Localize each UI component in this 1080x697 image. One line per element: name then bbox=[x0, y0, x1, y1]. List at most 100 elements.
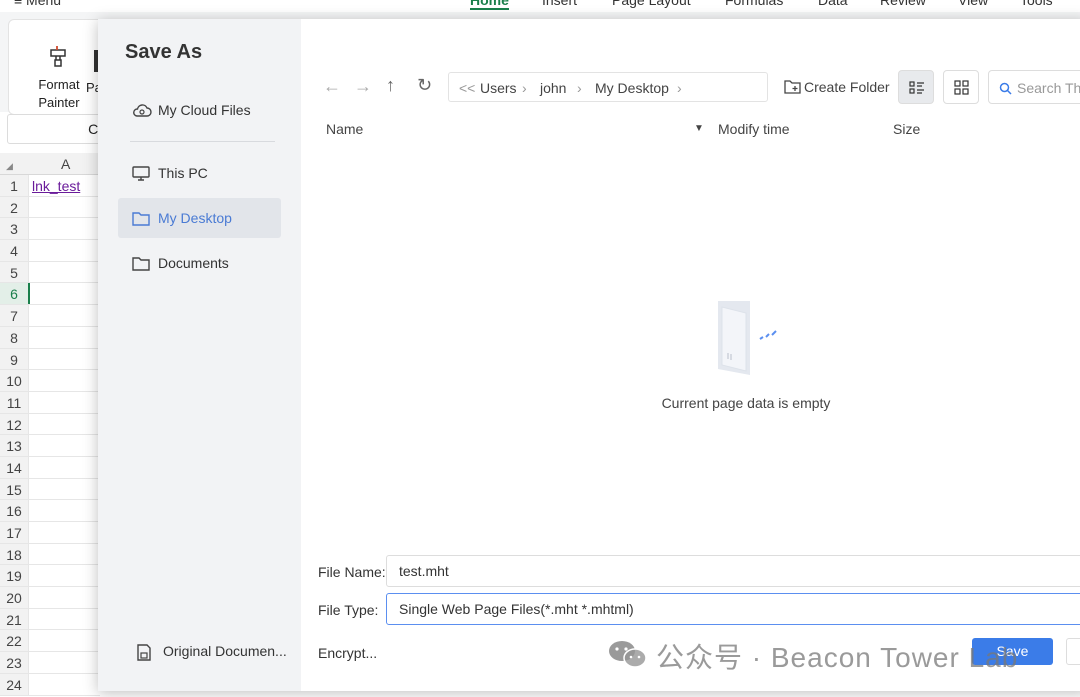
sheet-cell[interactable] bbox=[28, 348, 100, 370]
row-number[interactable]: 23 bbox=[0, 652, 28, 673]
tab-view[interactable]: View bbox=[958, 0, 988, 8]
file-name-label: File Name: bbox=[318, 564, 386, 580]
column-name-header[interactable]: Name bbox=[326, 121, 363, 137]
encrypt-button[interactable]: Encrypt... bbox=[318, 645, 377, 661]
grid-view-icon bbox=[954, 80, 969, 95]
sheet-cell[interactable] bbox=[28, 565, 100, 587]
sheet-cell[interactable] bbox=[28, 673, 100, 695]
sheet-cell[interactable] bbox=[28, 413, 100, 435]
sheet-cell[interactable] bbox=[28, 240, 100, 261]
tab-review[interactable]: Review bbox=[880, 0, 926, 8]
sheet-cell[interactable] bbox=[28, 305, 100, 326]
breadcrumb-item-my-desktop[interactable]: My Desktop bbox=[595, 80, 669, 96]
breadcrumb-item-john[interactable]: john bbox=[540, 80, 566, 96]
refresh-icon[interactable]: ↻ bbox=[417, 75, 432, 96]
table-row: 12 bbox=[0, 413, 100, 436]
cloud-icon bbox=[133, 104, 152, 117]
sheet-cell[interactable] bbox=[28, 478, 100, 500]
sheet-cell[interactable] bbox=[28, 543, 100, 565]
row-number[interactable]: 17 bbox=[0, 522, 28, 543]
sheet-cell[interactable] bbox=[28, 370, 100, 391]
sheet-cell[interactable] bbox=[28, 522, 100, 543]
empty-state-text: Current page data is empty bbox=[661, 395, 831, 411]
sheet-cell[interactable] bbox=[28, 500, 100, 521]
sheet-cell[interactable] bbox=[28, 456, 100, 478]
row-number[interactable]: 15 bbox=[0, 478, 28, 500]
chevron-right-icon: › bbox=[522, 80, 527, 96]
search-icon bbox=[999, 82, 1012, 95]
row-number[interactable]: 7 bbox=[0, 305, 28, 326]
row-number[interactable]: 2 bbox=[0, 196, 28, 218]
row-number[interactable]: 13 bbox=[0, 435, 28, 456]
wechat-logo-icon bbox=[609, 641, 647, 668]
table-row: 10 bbox=[0, 370, 100, 392]
tab-insert[interactable]: Insert bbox=[542, 0, 577, 8]
sheet-cell[interactable] bbox=[28, 587, 100, 608]
up-arrow-icon[interactable]: ↑ bbox=[386, 75, 395, 96]
tab-home[interactable]: Home bbox=[470, 0, 509, 10]
row-number[interactable]: 8 bbox=[0, 326, 28, 348]
row-number[interactable]: 16 bbox=[0, 500, 28, 521]
row-number[interactable]: 12 bbox=[0, 413, 28, 435]
table-row: 23 bbox=[0, 652, 100, 674]
breadcrumb-collapse-icon[interactable]: << bbox=[459, 80, 475, 96]
sheet-cell[interactable] bbox=[28, 283, 100, 305]
breadcrumb-item-users[interactable]: Users bbox=[480, 80, 517, 96]
column-a-header[interactable]: A bbox=[61, 156, 70, 172]
row-number[interactable]: 24 bbox=[0, 673, 28, 695]
row-number[interactable]: 21 bbox=[0, 608, 28, 630]
row-number[interactable]: 20 bbox=[0, 587, 28, 608]
table-row: 8 bbox=[0, 326, 100, 349]
sheet-cell[interactable] bbox=[28, 652, 100, 673]
sheet-cell[interactable] bbox=[28, 630, 100, 652]
file-type-select[interactable]: Single Web Page Files(*.mht *.mhtml) bbox=[386, 593, 1080, 625]
sidebar-divider bbox=[130, 141, 275, 142]
cancel-button[interactable] bbox=[1066, 638, 1080, 665]
monitor-icon bbox=[132, 166, 150, 181]
sidebar-item-this-pc[interactable]: This PC bbox=[118, 153, 281, 193]
tab-tools[interactable]: Tools bbox=[1020, 0, 1053, 8]
row-number[interactable]: 10 bbox=[0, 370, 28, 391]
table-row: 3 bbox=[0, 218, 100, 241]
column-size-header[interactable]: Size bbox=[893, 121, 920, 137]
menu-button[interactable]: ≡ Menu bbox=[14, 0, 61, 8]
row-number[interactable]: 9 bbox=[0, 348, 28, 370]
back-arrow-icon[interactable]: ← bbox=[323, 76, 341, 97]
table-row: 6 bbox=[0, 283, 100, 306]
tab-formulas[interactable]: Formulas bbox=[725, 0, 783, 8]
sheet-cell[interactable] bbox=[28, 196, 100, 218]
row-number[interactable]: 19 bbox=[0, 565, 28, 587]
sheet-cell[interactable] bbox=[28, 218, 100, 240]
row-number[interactable]: 11 bbox=[0, 391, 28, 413]
row-number[interactable]: 22 bbox=[0, 630, 28, 652]
row-number[interactable]: 3 bbox=[0, 218, 28, 240]
row-number[interactable]: 4 bbox=[0, 240, 28, 261]
sidebar-item-my-desktop[interactable]: My Desktop bbox=[118, 198, 281, 238]
file-name-input[interactable]: test.mht bbox=[386, 555, 1080, 587]
sheet-cell[interactable] bbox=[28, 608, 100, 630]
table-row: 13 bbox=[0, 435, 100, 457]
sheet-cell[interactable]: lnk_test bbox=[28, 175, 100, 196]
search-input[interactable]: Search This bbox=[988, 70, 1080, 104]
row-number[interactable]: 5 bbox=[0, 261, 28, 283]
row-number[interactable]: 18 bbox=[0, 543, 28, 565]
sheet-cell[interactable] bbox=[28, 326, 100, 348]
sidebar-item-cloud-files[interactable]: My Cloud Files bbox=[118, 90, 281, 130]
row-number[interactable]: 6 bbox=[0, 283, 28, 305]
sheet-grid[interactable]: 1 lnk_test 2 3 4 5 6 7 8 9 10 11 12 13 14 15 16 17 18 19 20 2… bbox=[0, 175, 100, 696]
sort-down-icon[interactable]: ▼ bbox=[694, 123, 704, 134]
grid-view-button[interactable] bbox=[943, 70, 979, 104]
sheet-cell[interactable] bbox=[28, 261, 100, 283]
sheet-cell[interactable] bbox=[28, 391, 100, 413]
tab-page-layout[interactable]: Page Layout bbox=[612, 0, 691, 8]
sidebar-item-documents[interactable]: Documents bbox=[118, 243, 281, 283]
tab-data[interactable]: Data bbox=[818, 0, 848, 8]
sheet-cell[interactable] bbox=[28, 435, 100, 456]
row-number[interactable]: 1 bbox=[0, 175, 28, 196]
select-all-icon[interactable]: ◢ bbox=[6, 161, 13, 172]
row-number[interactable]: 14 bbox=[0, 456, 28, 478]
sidebar-item-label: Documents bbox=[158, 255, 229, 271]
column-modify-time-header[interactable]: Modify time bbox=[718, 121, 790, 137]
list-view-button[interactable] bbox=[898, 70, 934, 104]
forward-arrow-icon[interactable]: → bbox=[354, 76, 372, 97]
